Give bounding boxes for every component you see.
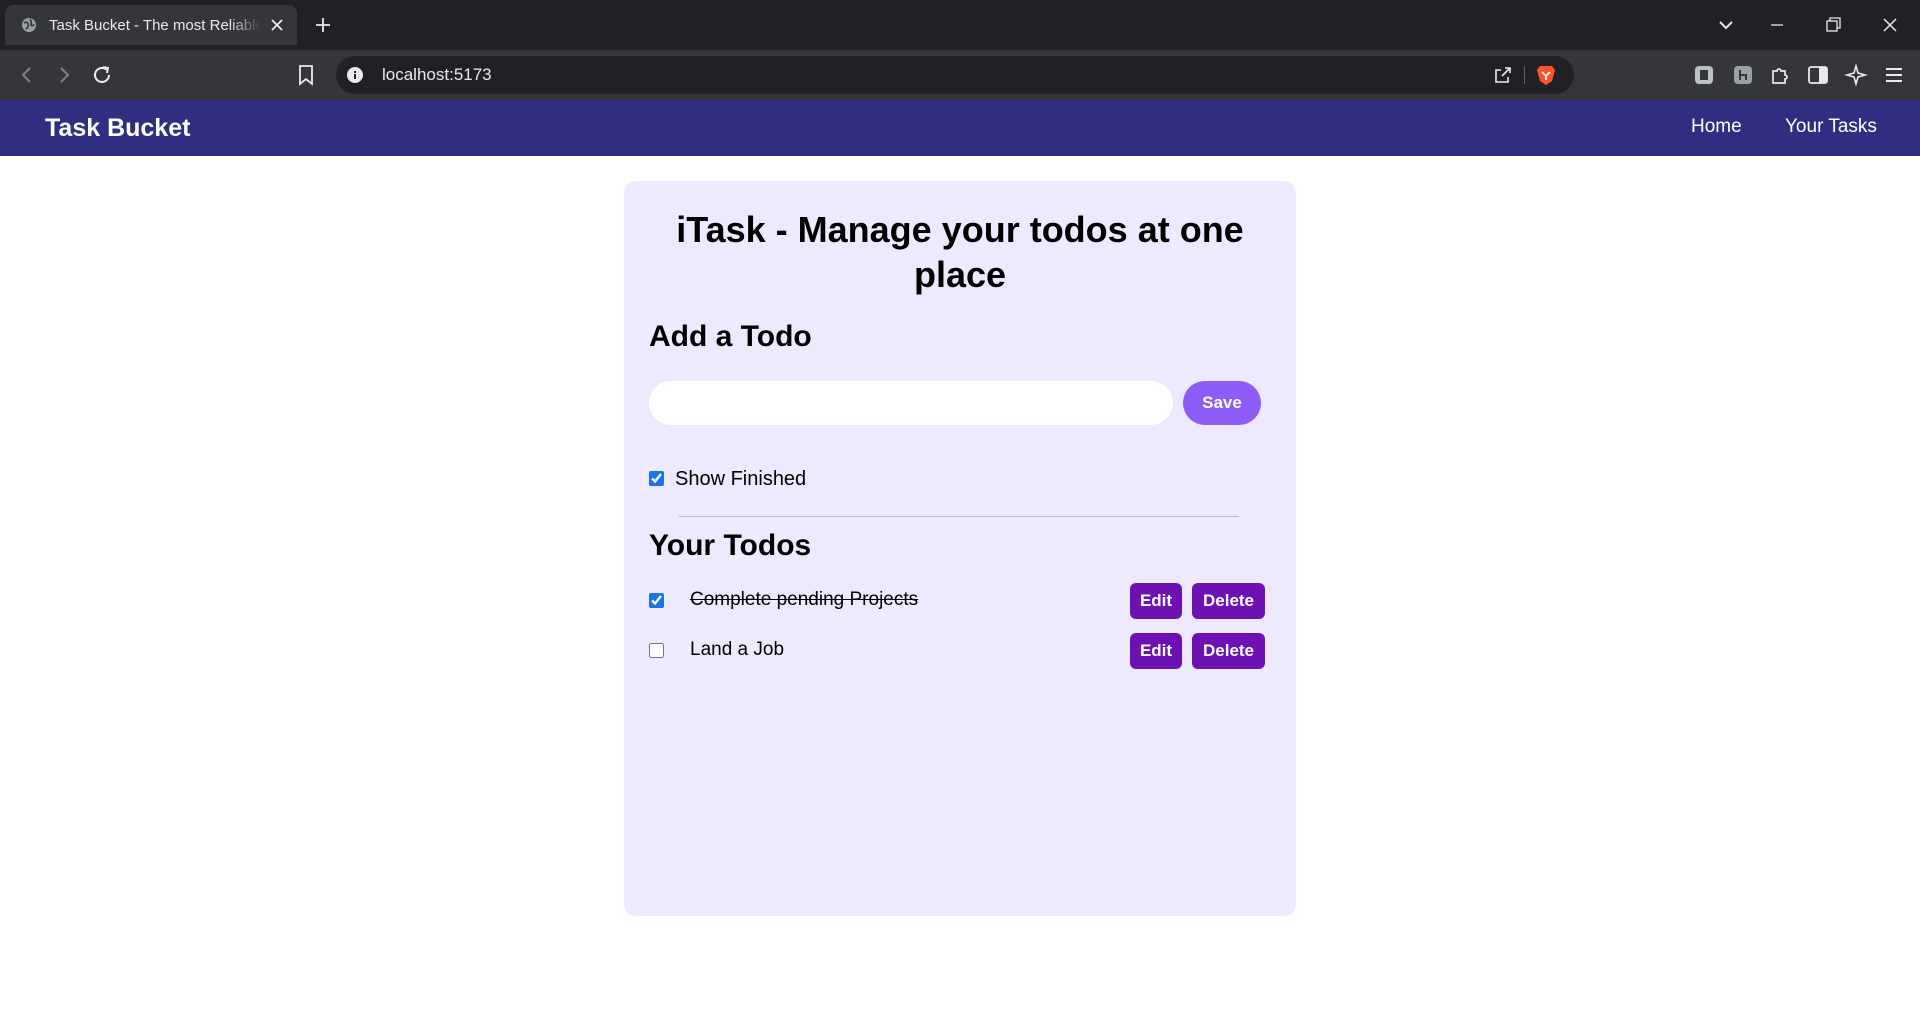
restore-icon[interactable] — [1821, 13, 1845, 37]
url-text: localhost:5173 — [382, 65, 492, 84]
save-button[interactable]: Save — [1183, 381, 1261, 425]
sidebar-icon[interactable] — [1806, 63, 1830, 87]
todo-text: Land a Job — [690, 639, 785, 660]
show-finished-label[interactable]: Show Finished — [675, 468, 806, 491]
todo-complete-checkbox[interactable] — [649, 593, 664, 608]
divider — [679, 516, 1239, 517]
address-bar[interactable]: localhost:5173 — [336, 56, 1574, 94]
extensions-puzzle-icon[interactable] — [1768, 63, 1792, 87]
edit-button[interactable]: Edit — [1130, 583, 1182, 619]
todo-card: iTask - Manage your todos at one place A… — [624, 181, 1296, 916]
forward-icon[interactable] — [52, 63, 76, 87]
browser-tab-strip: Task Bucket - The most Reliable Task Man… — [0, 0, 1920, 50]
show-finished-checkbox[interactable] — [649, 471, 664, 486]
share-icon[interactable] — [1493, 65, 1513, 85]
page-title: iTask - Manage your todos at one place — [676, 209, 1244, 295]
nav-link-home[interactable]: Home — [1691, 116, 1742, 138]
close-window-icon[interactable] — [1878, 13, 1902, 37]
nav-link-your-tasks[interactable]: Your Tasks — [1785, 116, 1877, 138]
delete-button[interactable]: Delete — [1192, 633, 1265, 669]
close-tab-icon[interactable] — [269, 17, 285, 33]
add-todo-heading: Add a Todo — [649, 320, 812, 353]
brave-shield-icon[interactable] — [1536, 64, 1556, 86]
todo-input[interactable] — [649, 381, 1173, 425]
tab-title: Task Bucket - The most Reliable Task Man… — [49, 17, 261, 34]
reload-icon[interactable] — [90, 63, 114, 87]
browser-toolbar: localhost:5173 — [0, 50, 1920, 100]
extension-1-icon[interactable] — [1692, 63, 1716, 87]
back-icon[interactable] — [15, 63, 39, 87]
bookmark-icon[interactable] — [294, 63, 318, 87]
tab-search-chevron-icon[interactable] — [1714, 13, 1738, 37]
delete-button[interactable]: Delete — [1192, 583, 1265, 619]
site-info-icon[interactable] — [346, 66, 364, 84]
your-todos-heading: Your Todos — [649, 529, 812, 562]
globe-icon — [22, 18, 36, 32]
leo-ai-icon[interactable] — [1844, 63, 1868, 87]
url-divider — [1524, 66, 1525, 84]
todo-complete-checkbox[interactable] — [649, 643, 664, 658]
new-tab-icon[interactable] — [312, 14, 334, 36]
minimize-icon[interactable] — [1765, 13, 1789, 37]
todo-text: Complete pending Projects — [690, 589, 919, 610]
edit-button[interactable]: Edit — [1130, 633, 1182, 669]
brand-logo-text[interactable]: Task Bucket — [45, 114, 190, 143]
app-navbar: Task Bucket Home Your Tasks — [0, 100, 1920, 156]
extension-2-icon[interactable] — [1731, 63, 1755, 87]
menu-icon[interactable] — [1882, 63, 1906, 87]
browser-tab[interactable]: Task Bucket - The most Reliable Task Man… — [5, 5, 297, 45]
